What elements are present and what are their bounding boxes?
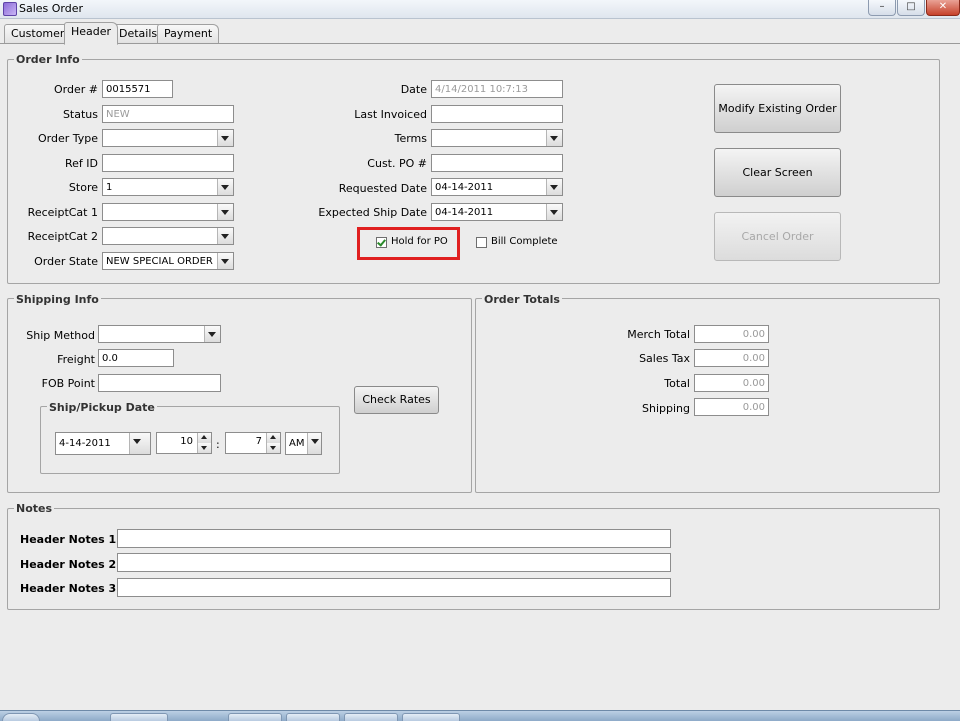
shipping-field: 0.00 [694,398,769,416]
pickup-ampm-value: AM [289,438,305,449]
ref-id-label: Ref ID [65,157,98,170]
status-label: Status [62,108,98,121]
merch-total-label: Merch Total [627,328,690,341]
chevron-down-icon[interactable] [266,443,280,453]
header-notes-2-field[interactable] [117,553,671,572]
status-field: NEW [102,105,234,123]
order-state-label: Order State [34,255,98,268]
modify-existing-order-button[interactable]: Modify Existing Order [714,84,841,133]
minimize-button[interactable]: – [868,0,896,16]
time-separator: : [216,438,220,451]
expected-ship-date-picker[interactable]: 04-14-2011 [431,203,563,221]
header-notes-3-label: Header Notes 3 [20,582,117,595]
chevron-down-icon[interactable] [217,204,233,220]
chevron-down-icon[interactable] [197,443,211,453]
receipt-cat-1-label: ReceiptCat 1 [27,206,98,219]
fob-point-label: FOB Point [41,377,95,390]
chevron-down-icon[interactable] [217,228,233,244]
terms-select[interactable] [431,129,563,147]
total-field: 0.00 [694,374,769,392]
expected-ship-date-label: Expected Ship Date [318,206,427,219]
ship-method-select[interactable] [98,325,221,343]
chevron-down-icon[interactable] [546,130,562,146]
chevron-down-icon[interactable] [546,204,562,220]
receipt-cat-2-select[interactable] [102,227,234,245]
date-label: Date [400,83,427,96]
pickup-ampm-select[interactable]: AM [285,432,322,455]
pickup-date-value: 4-14-2011 [59,438,111,449]
last-invoiced-label: Last Invoiced [354,108,427,121]
requested-date-value: 04-14-2011 [435,182,494,193]
sales-tax-label: Sales Tax [639,352,690,365]
chevron-down-icon[interactable] [307,433,321,454]
chevron-down-icon[interactable] [217,253,233,269]
ref-id-field[interactable] [102,154,234,172]
header-notes-1-label: Header Notes 1 [20,533,117,546]
pickup-minute-value: 7 [255,436,262,447]
highlight-box [357,227,460,260]
chevron-down-icon[interactable] [204,326,220,342]
window-title: Sales Order [19,2,84,15]
ship-pickup-date-title: Ship/Pickup Date [47,401,157,414]
bill-complete-label[interactable]: Bill Complete [491,236,558,247]
freight-field[interactable]: 0.0 [98,349,174,367]
pickup-hour-stepper[interactable]: 10 [156,432,212,454]
app-icon [3,2,17,16]
chevron-down-icon[interactable] [546,179,562,195]
ship-method-label: Ship Method [26,329,95,342]
tab-payment[interactable]: Payment [157,24,220,43]
clear-screen-button[interactable]: Clear Screen [714,148,841,197]
order-type-label: Order Type [37,132,98,145]
tab-customer[interactable]: Customer [4,24,72,43]
shipping-info-title: Shipping Info [14,293,101,306]
close-button[interactable]: ✕ [926,0,960,16]
requested-date-label: Requested Date [338,182,427,195]
pickup-minute-stepper[interactable]: 7 [225,432,281,454]
merch-total-field: 0.00 [694,325,769,343]
header-notes-1-field[interactable] [117,529,671,548]
store-value: 1 [106,182,113,193]
freight-label: Freight [57,353,95,366]
sales-tax-field: 0.00 [694,349,769,367]
date-field: 4/14/2011 10:7:13 [431,80,563,98]
order-state-value: NEW SPECIAL ORDER [106,256,213,267]
check-rates-button[interactable]: Check Rates [354,386,439,414]
maximize-button[interactable]: □ [897,0,925,16]
order-number-label: Order # [54,83,98,96]
store-label: Store [68,181,98,194]
terms-label: Terms [394,132,427,145]
last-invoiced-field[interactable] [431,105,563,123]
pickup-date-picker[interactable]: 4-14-2011 [55,432,151,455]
cust-po-label: Cust. PO # [367,157,427,170]
notes-title: Notes [14,502,55,515]
header-notes-2-label: Header Notes 2 [20,558,117,571]
chevron-down-icon[interactable] [129,433,150,454]
total-label: Total [664,377,690,390]
order-totals-title: Order Totals [482,293,562,306]
pickup-hour-value: 10 [180,436,193,447]
requested-date-picker[interactable]: 04-14-2011 [431,178,563,196]
chevron-down-icon[interactable] [217,179,233,195]
tab-header[interactable]: Header [64,22,119,45]
store-select[interactable]: 1 [102,178,234,196]
receipt-cat-2-label: ReceiptCat 2 [27,230,98,243]
receipt-cat-1-select[interactable] [102,203,234,221]
chevron-down-icon[interactable] [217,130,233,146]
cancel-order-button[interactable]: Cancel Order [714,212,841,261]
expected-ship-date-value: 04-14-2011 [435,207,494,218]
window-title-bar[interactable] [0,0,960,19]
order-type-select[interactable] [102,129,234,147]
order-info-title: Order Info [14,53,82,66]
bill-complete-checkbox[interactable] [476,237,487,248]
cust-po-field[interactable] [431,154,563,172]
shipping-label: Shipping [642,402,690,415]
order-state-select[interactable]: NEW SPECIAL ORDER [102,252,234,270]
order-number-field[interactable]: 0015571 [102,80,173,98]
fob-point-field[interactable] [98,374,221,392]
header-notes-3-field[interactable] [117,578,671,597]
